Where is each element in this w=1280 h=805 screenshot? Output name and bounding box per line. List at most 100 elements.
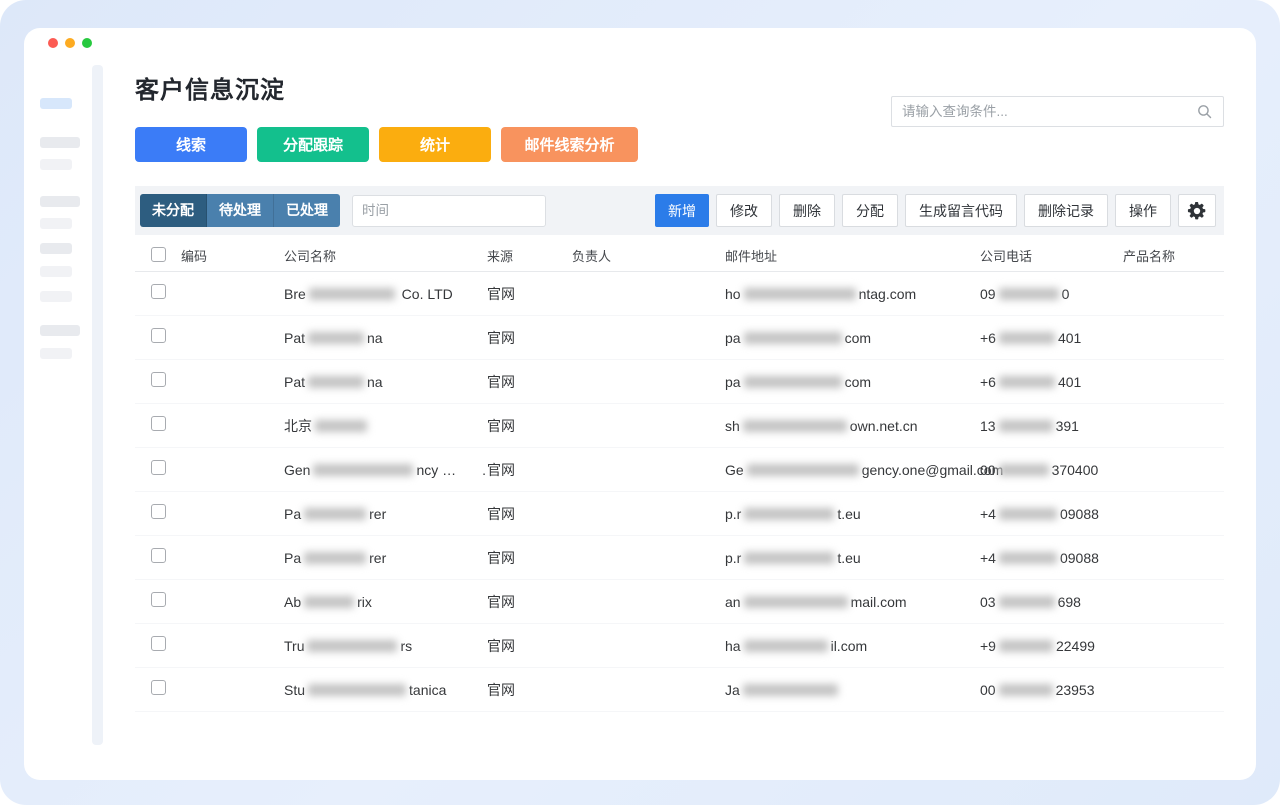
filter-toolbar: 未分配待处理已处理 新增修改删除分配生成留言代码删除记录操作 xyxy=(135,186,1224,235)
cell-text: +4 xyxy=(980,505,996,522)
traffic-light-minimize[interactable] xyxy=(65,38,75,48)
redacted-text xyxy=(998,683,1053,696)
row-checkbox[interactable] xyxy=(151,459,166,475)
generate-message-code-button[interactable]: 生成留言代码 xyxy=(905,194,1017,227)
cell-email: ho ntag.com xyxy=(725,286,980,302)
row-checkbox[interactable] xyxy=(151,635,166,651)
cell-email: pa com xyxy=(725,330,980,346)
cell-phone: 09 0 xyxy=(980,286,1123,302)
cell-phone: 00 23953 xyxy=(980,682,1123,698)
search-icon[interactable] xyxy=(1196,103,1213,120)
gear-icon xyxy=(1187,201,1206,219)
redacted-text xyxy=(308,331,365,344)
cell-source: 官网 xyxy=(487,505,515,522)
table-row[interactable]: Tru rs 官网 ha il.com +9 22499 xyxy=(135,624,1224,668)
tab-processed[interactable]: 已处理 xyxy=(274,194,340,227)
nav-button-assign-track[interactable]: 分配跟踪 xyxy=(257,127,369,162)
nav-buttons: 线索 分配跟踪 统计 邮件线索分析 xyxy=(135,127,638,162)
redacted-text xyxy=(998,595,1055,608)
assign-button[interactable]: 分配 xyxy=(842,194,898,227)
cell-text: Gen xyxy=(284,461,311,478)
nav-button-email-analysis[interactable]: 邮件线索分析 xyxy=(501,127,638,162)
add-button[interactable]: 新增 xyxy=(655,194,709,227)
cell-text: pa xyxy=(725,373,741,390)
edit-button[interactable]: 修改 xyxy=(716,194,772,227)
sidebar-divider xyxy=(92,65,103,745)
cell-email: p.r t.eu xyxy=(725,550,980,566)
tab-unassigned[interactable]: 未分配 xyxy=(140,194,207,227)
sidebar-skeleton-item xyxy=(40,196,80,207)
cell-text: na xyxy=(367,373,383,390)
table-row[interactable]: Pat na 官网 pa com +6 401 xyxy=(135,360,1224,404)
date-filter[interactable] xyxy=(352,194,546,227)
redacted-text xyxy=(998,287,1059,300)
traffic-light-close[interactable] xyxy=(48,38,58,48)
date-input[interactable] xyxy=(362,203,539,218)
table-row[interactable]: Gen ncy …. 官网 Ge gency.one@gmail.com 00 370400 xyxy=(135,448,1224,492)
sidebar-skeleton-item xyxy=(40,159,72,170)
cell-company: Pat na xyxy=(284,374,487,390)
table-row[interactable]: Stu tanica 官网 Ja 00 23953 xyxy=(135,668,1224,712)
row-checkbox[interactable] xyxy=(151,679,166,695)
cell-text: rix xyxy=(357,593,372,610)
cell-text: +4 xyxy=(980,549,996,566)
redacted-text xyxy=(998,419,1053,432)
cell-phone: +6 401 xyxy=(980,374,1123,390)
page-title: 客户信息沉淀 xyxy=(135,77,285,104)
redacted-text xyxy=(315,419,367,432)
redacted-text xyxy=(308,287,395,300)
row-checkbox[interactable] xyxy=(151,503,166,519)
cell-email: an mail.com xyxy=(725,594,980,610)
redacted-text xyxy=(742,419,847,432)
redacted-text xyxy=(308,375,365,388)
delete-button[interactable]: 删除 xyxy=(779,194,835,227)
operation-button[interactable]: 操作 xyxy=(1115,194,1171,227)
redacted-text xyxy=(998,463,1049,476)
action-buttons: 新增 修改 删除 分配 生成留言代码 删除记录 操作 xyxy=(655,194,1216,227)
table-row[interactable]: Ab rix 官网 an mail.com 03 698 xyxy=(135,580,1224,624)
column-header-3: 负责人 xyxy=(572,249,612,264)
cell-text: ntag.com xyxy=(858,285,917,302)
cell-text: +9 xyxy=(980,637,996,654)
cell-text: Pa xyxy=(284,549,302,566)
redacted-text xyxy=(742,683,838,696)
cell-company: Gen ncy …. xyxy=(284,462,487,478)
table-row[interactable]: 北京 官网 sh own.net.cn 13 391 xyxy=(135,404,1224,448)
cell-text: 09088 xyxy=(1059,505,1099,522)
row-checkbox[interactable] xyxy=(151,371,166,387)
table-row[interactable]: Bre Co. LTD 官网 ho ntag.com 09 0 xyxy=(135,272,1224,316)
cell-text: Stu xyxy=(284,681,306,698)
cell-text: 北京 xyxy=(284,417,312,434)
cell-text: p.r xyxy=(725,549,742,566)
select-all-checkbox[interactable] xyxy=(151,246,166,262)
cell-phone: 03 698 xyxy=(980,594,1123,610)
tab-pending[interactable]: 待处理 xyxy=(207,194,274,227)
redacted-text xyxy=(998,551,1057,564)
cell-source: 官网 xyxy=(487,637,515,654)
row-checkbox[interactable] xyxy=(151,591,166,607)
cell-text: mail.com xyxy=(850,593,907,610)
traffic-light-zoom[interactable] xyxy=(82,38,92,48)
redacted-text xyxy=(313,463,414,476)
cell-text: t.eu xyxy=(837,505,861,522)
cell-company: Pa rer xyxy=(284,550,487,566)
redacted-text xyxy=(743,287,856,300)
search-input[interactable] xyxy=(902,104,1196,119)
row-checkbox[interactable] xyxy=(151,327,166,343)
settings-button[interactable] xyxy=(1178,194,1216,227)
cell-text: Ab xyxy=(284,593,302,610)
cell-phone: 13 391 xyxy=(980,418,1123,434)
nav-button-stats[interactable]: 统计 xyxy=(379,127,491,162)
delete-record-button[interactable]: 删除记录 xyxy=(1024,194,1108,227)
row-checkbox[interactable] xyxy=(151,415,166,431)
nav-button-leads[interactable]: 线索 xyxy=(135,127,247,162)
row-checkbox[interactable] xyxy=(151,547,166,563)
redacted-text xyxy=(304,595,355,608)
table-row[interactable]: Pat na 官网 pa com +6 401 xyxy=(135,316,1224,360)
table-row[interactable]: Pa rer 官网 p.r t.eu +4 09088 xyxy=(135,536,1224,580)
cell-text: tanica xyxy=(409,681,447,698)
table-row[interactable]: Pa rer 官网 p.r t.eu +4 09088 xyxy=(135,492,1224,536)
cell-text: Pat xyxy=(284,329,306,346)
cell-company: Tru rs xyxy=(284,638,487,654)
row-checkbox[interactable] xyxy=(151,283,166,299)
